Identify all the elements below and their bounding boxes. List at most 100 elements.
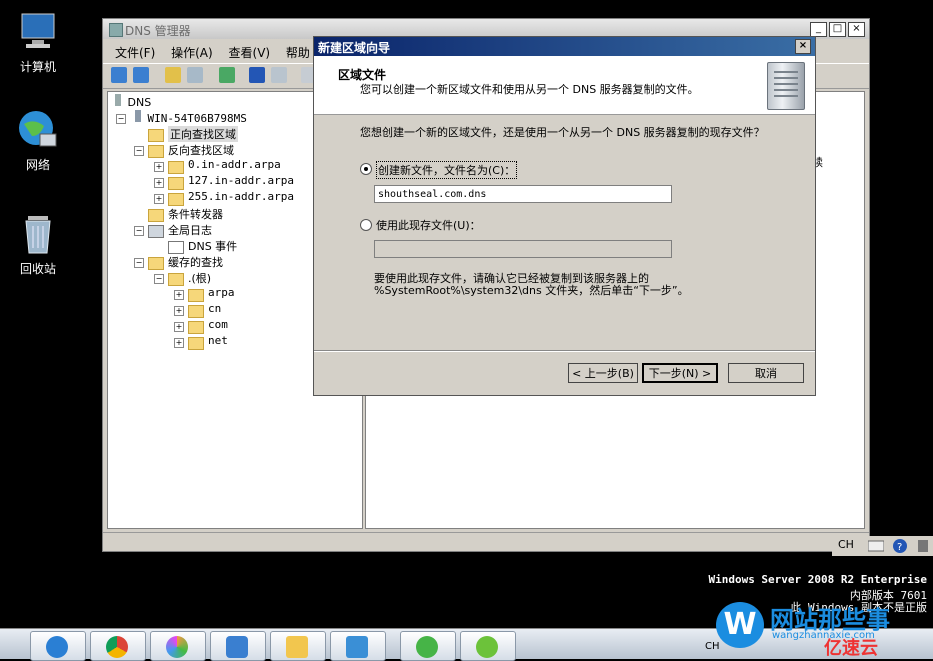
tree-item-label: WIN-54T06B798MS [147, 112, 247, 125]
collapse-logs-toggle[interactable]: − [134, 226, 144, 236]
existing-file-note: 要使用此现存文件，请确认它已经被复制到该服务器上的 %SystemRoot%\s… [374, 272, 689, 297]
tree-item-label: 127.in-addr.arpa [188, 174, 294, 187]
show-hide-tree-icon[interactable] [187, 67, 203, 83]
event-log-icon [168, 241, 184, 254]
tree-item-label: DNS [127, 96, 152, 109]
plus-icon [476, 636, 498, 658]
language-bar: CH ? [832, 536, 933, 556]
server-icon [767, 62, 805, 110]
options-icon[interactable] [916, 538, 930, 554]
collapse-root-toggle[interactable]: − [154, 274, 164, 284]
tree-item-label: DNS 事件 [188, 240, 238, 253]
expand-toggle[interactable]: + [174, 338, 184, 348]
taskbar-remote[interactable] [330, 631, 386, 661]
desktop-icon-network[interactable]: 网络 [8, 108, 68, 173]
help-icon[interactable] [249, 67, 265, 83]
tree-item-label: arpa [208, 286, 235, 299]
create-new-file-radio[interactable] [360, 163, 372, 175]
close-button[interactable]: × [848, 22, 865, 37]
chrome-icon [106, 636, 128, 658]
create-new-file-label[interactable]: 创建新文件，文件名为(C)： [376, 161, 518, 179]
dialog-close-button[interactable]: × [795, 39, 811, 54]
tree-item-forward-zones[interactable]: 正向查找区域 [168, 126, 238, 142]
up-folder-icon[interactable] [165, 67, 181, 83]
tree-item-cached-lookups[interactable]: 缓存的查找 [168, 254, 223, 270]
tree-item-label: cn [208, 302, 222, 315]
zone-icon [168, 161, 184, 174]
next-button[interactable]: 下一步(N) > [642, 363, 718, 383]
language-indicator[interactable]: CH [838, 538, 854, 551]
taskbar-explorer[interactable] [270, 631, 326, 661]
tree-item-server[interactable]: WIN-54T06B798MS [132, 110, 247, 125]
network-icon [16, 108, 60, 152]
folder-icon [148, 209, 164, 222]
dialog-title: 新建区域向导 [318, 41, 391, 55]
tree-item-label: 缓存的查找 [168, 256, 223, 269]
status-bar [103, 532, 869, 551]
taskbar-ie[interactable] [30, 631, 86, 661]
taskbar-chrome[interactable] [90, 631, 146, 661]
taskbar-wechat[interactable] [400, 631, 456, 661]
back-icon[interactable] [111, 67, 127, 83]
tree-item-reverse-zone[interactable]: 127.in-addr.arpa [188, 174, 294, 187]
forward-icon[interactable] [133, 67, 149, 83]
help-icon[interactable]: ? [892, 538, 908, 554]
maximize-button[interactable]: □ [829, 22, 846, 37]
minimize-button[interactable]: _ [810, 22, 827, 37]
expand-toggle[interactable]: + [174, 322, 184, 332]
use-existing-file-radio[interactable] [360, 219, 372, 231]
menu-action[interactable]: 操作(A) [171, 44, 213, 61]
folder-icon [188, 321, 204, 334]
tree-item-dns-events[interactable]: DNS 事件 [188, 238, 237, 254]
collapse-reverse-toggle[interactable]: − [134, 146, 144, 156]
tree-item-reverse-zones[interactable]: 反向查找区域 [168, 142, 234, 158]
tree-item-global-logs[interactable]: 全局日志 [168, 222, 212, 238]
back-button[interactable]: < 上一步(B) [568, 363, 638, 383]
properties-icon[interactable] [271, 67, 287, 83]
cancel-button[interactable]: 取消 [728, 363, 804, 383]
taskbar-plus-app[interactable] [460, 631, 516, 661]
menu-help[interactable]: 帮助 [286, 44, 310, 61]
desktop-icon-computer[interactable]: 计算机 [8, 10, 68, 75]
expand-toggle[interactable]: + [154, 162, 164, 172]
watermark-yisu: 亿速云 [824, 638, 878, 659]
menu-file[interactable]: 文件(F) [115, 44, 155, 61]
expand-toggle[interactable]: + [154, 178, 164, 188]
svg-text:?: ? [897, 542, 902, 553]
tree-item-dns[interactable]: DNS [112, 94, 151, 109]
desktop-icon-recycle-bin[interactable]: 回收站 [8, 212, 68, 277]
tree-item-reverse-zone[interactable]: 255.in-addr.arpa [188, 190, 294, 203]
expand-toggle[interactable]: + [174, 290, 184, 300]
existing-filename-input[interactable] [374, 240, 672, 258]
dialog-separator [314, 350, 815, 352]
tree-item-label: 全局日志 [168, 224, 212, 237]
keyboard-icon[interactable] [868, 539, 884, 553]
taskbar-app[interactable] [150, 631, 206, 661]
tree-item-root-hint[interactable]: .(根) [188, 270, 211, 286]
tree-item-label: 正向查找区域 [170, 128, 236, 141]
refresh-icon[interactable] [219, 67, 235, 83]
dns-icon [115, 94, 121, 106]
tree-item-cache-domain[interactable]: com [208, 318, 228, 331]
collapse-cache-toggle[interactable]: − [134, 258, 144, 268]
use-existing-file-label[interactable]: 使用此现存文件(U)： [376, 217, 481, 233]
collapse-server-toggle[interactable]: − [116, 114, 126, 124]
tree-item-cache-domain[interactable]: arpa [208, 286, 235, 299]
os-edition: Windows Server 2008 R2 Enterprise [708, 573, 927, 586]
tree-item-label: .(根) [188, 272, 212, 285]
taskbar-editor[interactable] [210, 631, 266, 661]
wizard-question: 您想创建一个新的区域文件，还是使用一个从另一个 DNS 服务器复制的现存文件？ [360, 126, 765, 139]
tree-item-cache-domain[interactable]: net [208, 334, 228, 347]
dns-app-icon [109, 23, 123, 37]
folder-icon [148, 129, 164, 142]
new-filename-input[interactable] [374, 185, 672, 203]
tree-item-cache-domain[interactable]: cn [208, 302, 221, 315]
tree-item-conditional-forwarders[interactable]: 条件转发器 [168, 206, 223, 222]
remote-desktop-icon [346, 636, 368, 658]
tree-item-reverse-zone[interactable]: 0.in-addr.arpa [188, 158, 281, 171]
expand-toggle[interactable]: + [174, 306, 184, 316]
folder-icon [188, 305, 204, 318]
menu-view[interactable]: 查看(V) [229, 44, 271, 61]
expand-toggle[interactable]: + [154, 194, 164, 204]
watermark: W 网站那些事 wangzhannaxie.com 亿速云 [712, 600, 933, 659]
